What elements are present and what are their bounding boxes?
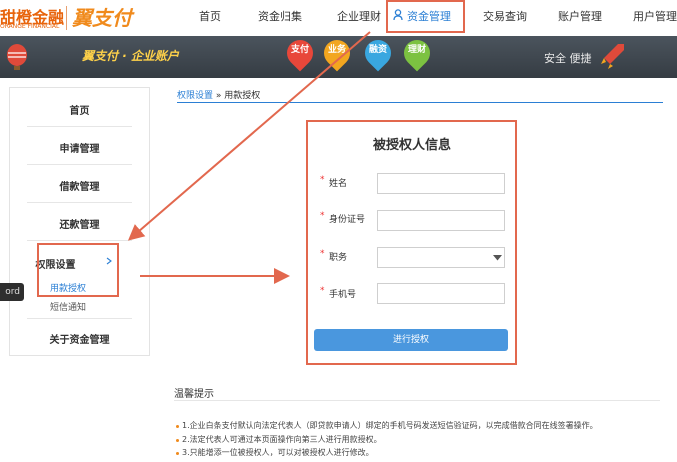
tips-divider xyxy=(174,400,660,401)
rocket-icon xyxy=(601,44,624,69)
mobile-input[interactable] xyxy=(377,283,505,304)
required-mark: * xyxy=(320,286,325,296)
nav-user-management[interactable]: 用户管理 xyxy=(633,8,677,24)
field-label-id-number: 身份证号 xyxy=(329,215,366,225)
breadcrumb-underline xyxy=(177,102,663,103)
tip-item: 1.企业白条支付默认向法定代表人（即贷款申请人）绑定的手机号码发送短信验证码，以… xyxy=(182,421,598,430)
sidebar-sub-item-sms-notice[interactable]: 短信通知 xyxy=(50,300,86,313)
breadcrumb-separator: » xyxy=(213,91,225,101)
nav-transaction-query[interactable]: 交易查询 xyxy=(483,8,527,24)
banner-title: 翼支付 · 企业账户 xyxy=(82,49,179,63)
brand-logo-sub: ORANGE FINANCIAL xyxy=(0,23,60,30)
bubble-business-label: 业务 xyxy=(327,45,346,55)
breadcrumb-parent[interactable]: 权限设置 xyxy=(177,91,213,101)
form-title: 被授权人信息 xyxy=(372,138,451,153)
nav-fund-collection[interactable]: 资金归集 xyxy=(258,8,302,24)
chevron-down-icon[interactable] xyxy=(493,255,502,261)
bullet-icon xyxy=(176,439,179,442)
breadcrumb: 权限设置 » 用款授权 xyxy=(177,88,260,101)
sidebar-divider xyxy=(27,202,132,203)
nav-home[interactable]: 首页 xyxy=(199,8,221,24)
field-label-name: 姓名 xyxy=(329,179,348,189)
sidebar-item-home[interactable]: 首页 xyxy=(10,102,149,117)
breadcrumb-current: 用款授权 xyxy=(224,91,261,101)
bubble-wealth-label: 理财 xyxy=(407,45,426,55)
nav-fund-management[interactable]: 资金管理 xyxy=(407,8,451,24)
sidebar-item-about[interactable]: 关于资金管理 xyxy=(10,331,149,346)
tooltip: ord xyxy=(0,283,24,301)
sidebar-highlight-box xyxy=(37,243,119,297)
brand-logo-bestpay[interactable]: 翼支付 xyxy=(72,2,132,31)
tip-item: 3.只能增添一位被授权人，可以对被授权人进行修改。 xyxy=(182,448,374,457)
sidebar-item-application[interactable]: 申请管理 xyxy=(10,140,149,155)
balloon-icon xyxy=(7,44,27,70)
user-icon xyxy=(393,9,403,21)
required-mark: * xyxy=(320,175,325,185)
name-input[interactable] xyxy=(377,173,505,194)
logo-divider xyxy=(66,6,67,30)
required-mark: * xyxy=(320,249,325,259)
field-label-mobile: 手机号 xyxy=(329,290,357,300)
sidebar-divider xyxy=(27,240,132,241)
sidebar-divider xyxy=(27,318,132,319)
required-mark: * xyxy=(320,211,325,221)
tip-item: 2.法定代表人可通过本页面操作向第三人进行用款授权。 xyxy=(182,435,382,444)
id-number-input[interactable] xyxy=(377,210,505,231)
banner-slogan: 安全 便捷 xyxy=(544,52,592,65)
authorize-button[interactable]: 进行授权 xyxy=(314,329,508,351)
bullet-icon xyxy=(176,452,179,455)
bubble-pay-label: 支付 xyxy=(290,45,309,55)
field-label-position: 职务 xyxy=(329,253,348,263)
nav-corporate-finance[interactable]: 企业理财 xyxy=(337,8,381,24)
sidebar-item-borrowing[interactable]: 借款管理 xyxy=(10,178,149,193)
banner: 翼支付 · 企业账户 支付 业务 融资 理财 安全 便捷 xyxy=(0,34,677,78)
tips-title: 温馨提示 xyxy=(174,389,214,400)
nav-account-management[interactable]: 账户管理 xyxy=(558,8,602,24)
bubble-financing-label: 融资 xyxy=(368,45,387,55)
sidebar-divider xyxy=(27,126,132,127)
sidebar-item-repayment[interactable]: 还款管理 xyxy=(10,216,149,231)
sidebar: 首页 申请管理 借款管理 还款管理 权限设置 用款授权 短信通知 关于资金管理 xyxy=(9,87,150,356)
position-select[interactable] xyxy=(377,247,505,268)
bullet-icon xyxy=(176,425,179,428)
sidebar-divider xyxy=(27,164,132,165)
